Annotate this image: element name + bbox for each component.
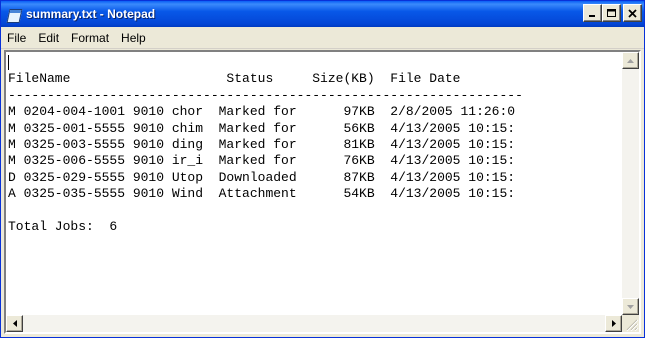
menu-bar: File Edit Format Help (1, 28, 644, 49)
window-controls (583, 4, 642, 22)
menu-edit[interactable]: Edit (32, 31, 65, 45)
menu-help[interactable]: Help (115, 31, 152, 45)
menu-file[interactable]: File (1, 31, 32, 45)
separator-line: ----------------------------------------… (8, 87, 523, 103)
text-editor[interactable]: FileName Status Size(KB) File Date -----… (6, 52, 622, 315)
job-line: M 0325-003-5555 9010 ding Marked for 81K… (8, 137, 516, 153)
job-line: D 0325-029-5555 9010 Utop Downloaded 87K… (8, 169, 516, 185)
scroll-left-arrow-icon (12, 320, 17, 327)
job-line: M 0325-001-5555 9010 chim Marked for 56K… (8, 120, 516, 136)
vertical-scrollbar[interactable] (622, 52, 639, 315)
close-icon (628, 8, 637, 18)
horizontal-scrollbar[interactable] (6, 315, 622, 332)
scroll-down-button[interactable] (622, 298, 639, 315)
document-text[interactable]: FileName Status Size(KB) File Date -----… (6, 52, 622, 235)
maximize-icon (607, 8, 616, 17)
minimize-icon (589, 14, 595, 17)
total-jobs-line: Total Jobs: 6 (8, 219, 118, 235)
header-line: FileName Status Size(KB) File Date (8, 71, 461, 87)
window-title: summary.txt - Notepad (26, 7, 156, 21)
job-line: M 0204-004-1001 9010 chor Marked for 97K… (8, 104, 516, 120)
minimize-button[interactable] (583, 4, 602, 22)
close-button[interactable] (623, 4, 642, 22)
scroll-up-button[interactable] (622, 52, 639, 69)
title-bar[interactable]: summary.txt - Notepad (1, 1, 644, 27)
notepad-window: summary.txt - Notepad File Edit Format H… (0, 0, 645, 338)
editor-frame: FileName Status Size(KB) File Date -----… (4, 50, 641, 334)
text-caret (8, 55, 9, 70)
scroll-right-arrow-icon (611, 320, 616, 327)
resize-grip[interactable] (622, 315, 639, 332)
scroll-right-button[interactable] (605, 315, 622, 332)
job-line: A 0325-035-5555 9010 Wind Attachment 54K… (8, 186, 516, 202)
resize-grip-icon (626, 319, 639, 332)
job-line: M 0325-006-5555 9010 ir_i Marked for 76K… (8, 153, 516, 169)
menu-format[interactable]: Format (65, 31, 115, 45)
maximize-button[interactable] (602, 4, 621, 22)
scroll-down-arrow-icon (627, 304, 634, 309)
scroll-left-button[interactable] (6, 315, 23, 332)
scroll-up-arrow-icon (627, 58, 634, 63)
notepad-icon[interactable] (6, 6, 23, 23)
